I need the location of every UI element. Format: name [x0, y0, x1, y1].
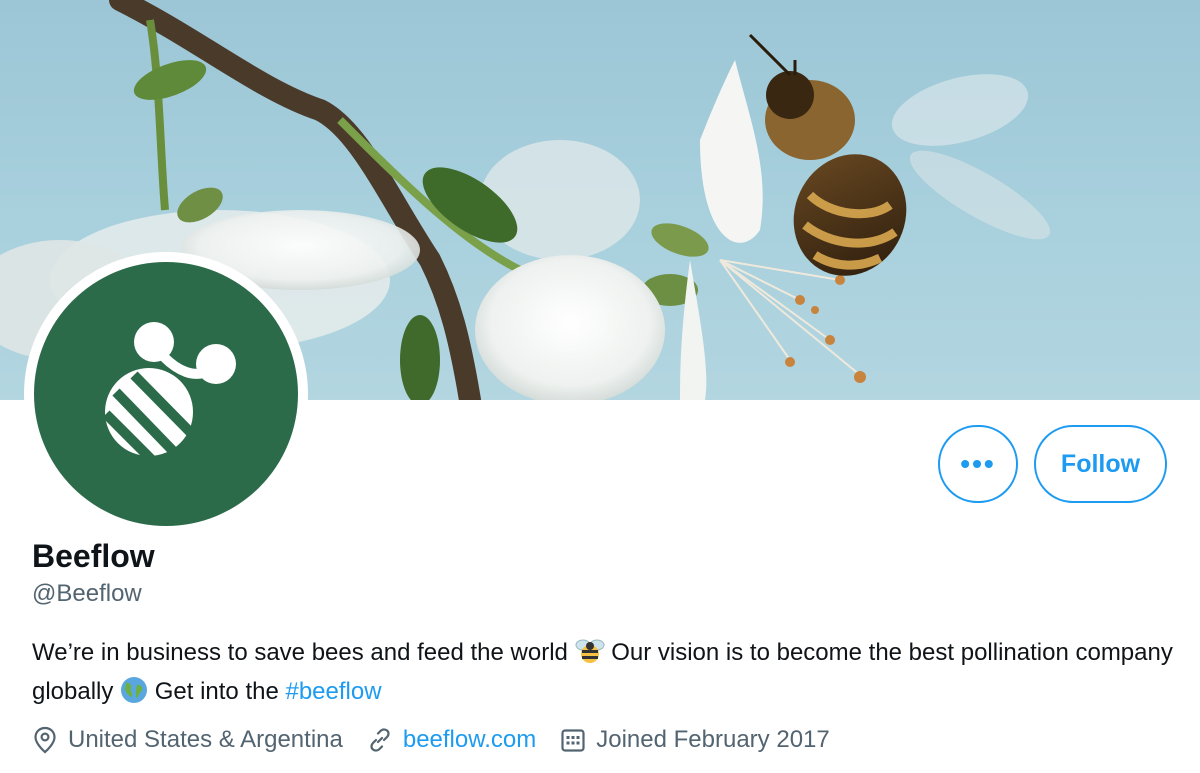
more-icon: ••• [960, 448, 996, 479]
avatar[interactable] [34, 262, 298, 526]
profile-name: Beeflow [32, 538, 155, 574]
follow-button[interactable]: Follow [1034, 425, 1167, 503]
bio-text-3: Get into the [148, 678, 286, 705]
website-link[interactable]: beeflow.com [403, 726, 536, 754]
globe-emoji-icon [120, 676, 148, 714]
profile-bio: We’re in business to save bees and feed … [32, 636, 1182, 714]
location-pin-icon [34, 726, 56, 754]
profile-handle: @Beeflow [32, 580, 142, 607]
follow-button-label: Follow [1060, 449, 1141, 478]
link-icon [370, 728, 390, 752]
joined-item: Joined February 2017 [560, 726, 830, 754]
joined-text: Joined February 2017 [596, 726, 830, 753]
calendar-icon [561, 729, 585, 752]
bee-emoji-icon [575, 637, 605, 675]
website-item: beeflow.com [367, 726, 536, 754]
hashtag-link[interactable]: #beeflow [285, 678, 381, 705]
location-item: United States & Argentina [32, 726, 343, 754]
bio-text-1: We’re in business to save bees and feed … [32, 639, 575, 666]
beeflow-logo-icon [102, 322, 236, 464]
more-options-button[interactable]: ••• [938, 425, 1018, 503]
location-text: United States & Argentina [68, 726, 343, 753]
profile-meta: United States & Argentina beeflow.com Jo… [32, 726, 854, 754]
